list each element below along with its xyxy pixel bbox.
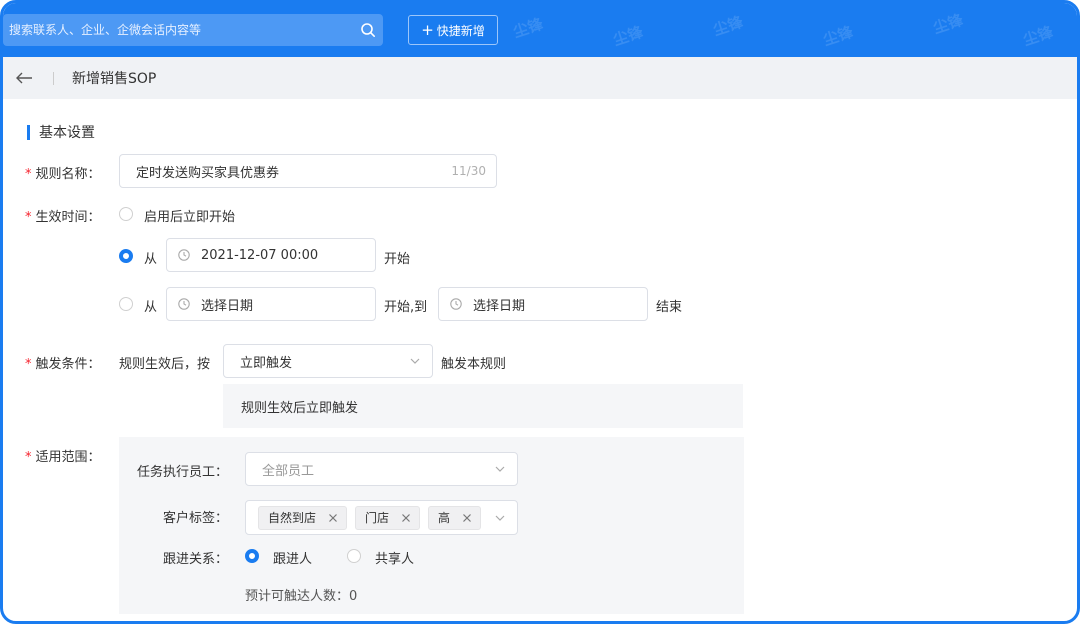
trigger-selected-value: 立即触发 — [240, 355, 293, 371]
close-icon[interactable] — [460, 511, 474, 525]
end-suffix-label: 结束 — [656, 300, 683, 315]
trigger-label: * 触发条件： — [25, 357, 101, 372]
employees-select[interactable]: 全部员工 — [245, 452, 518, 486]
trigger-prefix: 规则生效后，按 — [119, 357, 211, 372]
tag-chip: 高 — [428, 505, 482, 530]
watermark: 尘锋 — [711, 12, 746, 40]
quick-add-label: 快捷新增 — [436, 23, 485, 38]
customer-tags-select[interactable]: 自然到店 门店 高 — [245, 500, 518, 535]
watermark: 尘锋 — [1021, 22, 1056, 50]
section-accent-bar — [27, 124, 30, 140]
app-frame: 尘锋 尘锋 尘锋 尘锋 尘锋 尘锋 + 快捷新增 新增销售SOP 基本设置 — [0, 0, 1080, 624]
start-datetime-value: 2021-12-07 00:00 — [201, 247, 319, 263]
trigger-select[interactable]: 立即触发 — [223, 344, 433, 378]
section-title-label: 基本设置 — [39, 125, 95, 141]
tag-label: 门店 — [365, 511, 390, 525]
required-mark: * — [25, 167, 32, 182]
chevron-down-icon — [495, 515, 505, 521]
employees-label: 任务执行员工： — [137, 465, 229, 480]
required-mark: * — [25, 450, 32, 465]
tag-chip: 门店 — [355, 505, 421, 530]
range-start-placeholder: 选择日期 — [201, 298, 254, 314]
relation-option-sharer: 共享人 — [375, 552, 415, 567]
top-bar: 尘锋 尘锋 尘锋 尘锋 尘锋 尘锋 + 快捷新增 — [3, 3, 1077, 57]
search-input[interactable] — [9, 23, 353, 37]
watermark: 尘锋 — [821, 22, 856, 50]
range-start-date-input[interactable]: 选择日期 — [166, 287, 376, 321]
close-icon[interactable] — [399, 511, 413, 525]
radio-date-range[interactable] — [119, 297, 133, 311]
back-arrow-icon[interactable] — [7, 57, 41, 99]
relation-option-follower: 跟进人 — [273, 552, 313, 567]
char-counter: 11/30 — [451, 164, 486, 178]
range-end-date-input[interactable]: 选择日期 — [438, 287, 648, 321]
global-search — [3, 14, 383, 46]
range-end-placeholder: 选择日期 — [473, 298, 526, 314]
start-suffix-label: 开始 — [384, 252, 411, 267]
page-header: 新增销售SOP — [3, 57, 1077, 99]
scope-label: * 适用范围： — [25, 450, 101, 465]
rule-name-input[interactable]: 定时发送购买家具优惠券 11/30 — [119, 154, 497, 188]
start-datetime-input[interactable]: 2021-12-07 00:00 — [166, 238, 376, 272]
clock-icon — [178, 298, 190, 310]
watermark: 尘锋 — [611, 22, 646, 50]
close-icon[interactable] — [326, 511, 340, 525]
trigger-note: 规则生效后立即触发 — [223, 384, 743, 428]
chevron-down-icon — [495, 466, 505, 472]
range-from-label: 从 — [144, 300, 158, 315]
tag-label: 自然到店 — [268, 511, 317, 525]
rule-name-value: 定时发送购买家具优惠券 — [136, 165, 280, 181]
required-mark: * — [25, 210, 32, 225]
form-content: 基本设置 * 规则名称： 定时发送购买家具优惠券 11/30 * 生效时间： 启用后… — [3, 99, 1077, 621]
plus-icon: + — [421, 20, 434, 39]
section-title: 基本设置 — [27, 122, 95, 142]
watermark: 尘锋 — [931, 10, 966, 38]
chevron-down-icon — [410, 358, 420, 364]
radio-start-from[interactable] — [119, 249, 133, 263]
reach-estimate: 预计可触达人数：0 — [245, 589, 358, 604]
required-mark: * — [25, 357, 32, 372]
option-start-immediately-label: 启用后立即开始 — [144, 210, 236, 225]
clock-icon — [178, 249, 190, 261]
from-label: 从 — [144, 252, 158, 267]
scope-panel: 任务执行员工： 全部员工 客户标签： 自然到店 门店 高 跟进关系： 跟进人 共… — [119, 437, 744, 614]
tag-chip: 自然到店 — [258, 505, 348, 530]
radio-start-immediately[interactable] — [119, 207, 133, 221]
radio-sharer[interactable] — [347, 549, 361, 563]
tag-label: 高 — [438, 511, 451, 525]
effective-time-label: * 生效时间： — [25, 210, 101, 225]
tags-label: 客户标签： — [163, 511, 229, 526]
quick-add-button[interactable]: + 快捷新增 — [408, 15, 498, 45]
clock-icon — [450, 298, 462, 310]
employees-placeholder: 全部员工 — [262, 463, 315, 479]
rule-name-label: * 规则名称： — [25, 167, 101, 182]
radio-follower[interactable] — [245, 549, 259, 563]
search-icon[interactable] — [353, 14, 383, 46]
range-mid-label: 开始,到 — [384, 300, 428, 315]
relation-label: 跟进关系： — [163, 552, 229, 567]
trigger-suffix: 触发本规则 — [441, 357, 507, 372]
header-divider — [53, 71, 54, 85]
watermark: 尘锋 — [511, 14, 546, 42]
page-title: 新增销售SOP — [72, 71, 157, 87]
